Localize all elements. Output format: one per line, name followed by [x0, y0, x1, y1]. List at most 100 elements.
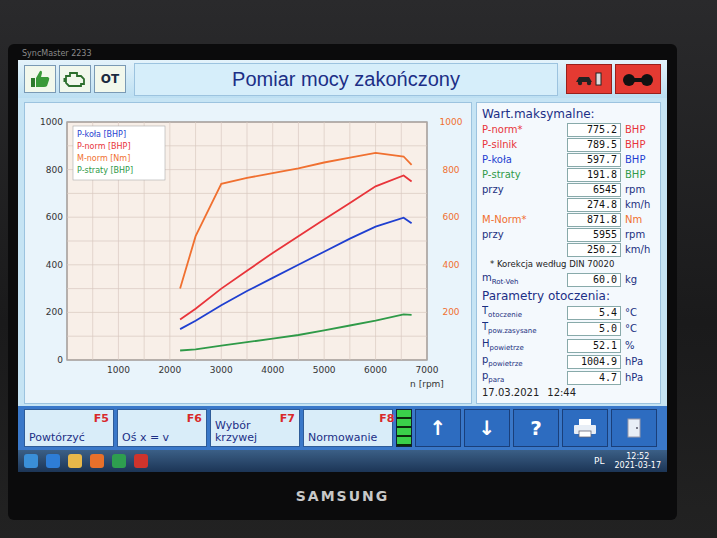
nav-glyph: ↑ — [430, 416, 447, 440]
result-unit: BHP — [625, 154, 655, 166]
mass-value: 60.0 — [567, 273, 621, 287]
clock-date: 2021-03-17 — [615, 461, 662, 470]
ambient-row: Tpow.zasysane5.0°C — [482, 322, 655, 337]
taskbar-app-icon[interactable] — [46, 454, 60, 468]
taskbar-apps — [24, 454, 148, 468]
header-red-button[interactable] — [615, 64, 661, 94]
mass-label: mRot-Veh — [482, 272, 563, 288]
header-red-button[interactable] — [566, 64, 612, 94]
function-button[interactable]: Wybór krzywejF7 — [210, 409, 300, 447]
monitor: SyncMaster 2233OTPomiar mocy zakończony0… — [8, 44, 677, 520]
x-tick: 5000 — [313, 365, 336, 375]
result-label: P-straty — [482, 169, 563, 181]
legend-item: M-norm [Nm] — [77, 154, 130, 163]
header-right-buttons — [566, 64, 661, 94]
nav-button[interactable]: ↓ — [464, 409, 510, 447]
ambient-row: ppowietrze1004.9hPa — [482, 354, 655, 369]
y-tick: 400 — [46, 260, 63, 270]
x-tick: 2000 — [158, 365, 181, 375]
measurement-datetime: 17.03.202112:44 — [482, 387, 655, 400]
ambient-value: 5.0 — [567, 322, 621, 336]
function-key: F7 — [280, 412, 295, 425]
torque-tick: 200 — [442, 307, 459, 317]
ambient-label: Totoczenie — [482, 305, 563, 321]
function-label: Normowanie — [308, 432, 377, 444]
function-key: F6 — [187, 412, 202, 425]
ambient-label: Hpowietrze — [482, 338, 563, 354]
printer-icon — [572, 418, 598, 438]
result-row: M-Norm*871.8Nm — [482, 213, 655, 227]
ambient-row: Totoczenie5.4°C — [482, 305, 655, 320]
result-label: M-Norm* — [482, 214, 563, 226]
function-label: Powtórzyć — [29, 432, 85, 444]
result-row: przy6545rpm — [482, 183, 655, 197]
chart-legend: P-koła [BHP]P-norm [BHP]M-norm [Nm]P-str… — [73, 126, 165, 180]
function-key: F8 — [379, 412, 394, 425]
x-tick: 1000 — [107, 365, 130, 375]
x-tick: 7000 — [416, 365, 439, 375]
result-row: przy5955rpm — [482, 228, 655, 242]
ambient-value: 1004.9 — [567, 355, 621, 369]
result-unit: km/h — [625, 199, 655, 211]
dyno-screen: OTPomiar mocy zakończony0200400600800100… — [18, 60, 667, 472]
language-indicator[interactable]: PL — [594, 456, 604, 466]
ambient-unit: °C — [625, 307, 655, 319]
ambient-unit: hPa — [625, 372, 655, 384]
nav-button[interactable]: ? — [513, 409, 559, 447]
function-label: Wybór krzywej — [215, 420, 278, 444]
taskbar-app-icon[interactable] — [90, 454, 104, 468]
dyno-photo: SyncMaster 2233OTPomiar mocy zakończony0… — [0, 0, 717, 538]
torque-tick: 600 — [442, 212, 459, 222]
system-tray: PL 12:522021-03-17 — [594, 452, 661, 470]
torque-tick: 800 — [442, 165, 459, 175]
taskbar-app-icon[interactable] — [112, 454, 126, 468]
result-unit: BHP — [625, 139, 655, 151]
taskbar-app-icon[interactable] — [68, 454, 82, 468]
y-tick: 200 — [46, 307, 63, 317]
result-unit: km/h — [625, 244, 655, 256]
result-label: P-koła — [482, 154, 563, 166]
nav-button[interactable] — [562, 409, 608, 447]
monitor-brand: SAMSUNG — [296, 488, 390, 504]
function-key: F5 — [94, 412, 109, 425]
y-tick: 800 — [46, 165, 63, 175]
x-axis-label: n [rpm] — [410, 379, 444, 389]
legend-item: P-norm [BHP] — [77, 142, 131, 151]
nav-glyph: ↓ — [479, 416, 496, 440]
nav-button[interactable] — [611, 409, 657, 447]
power-chart: 0200400600800100010002000300040005000600… — [24, 102, 472, 404]
exit-door-icon — [624, 417, 644, 439]
ambient-unit: hPa — [625, 356, 655, 368]
taskbar: PL 12:522021-03-17 — [18, 450, 667, 472]
result-unit: BHP — [625, 124, 655, 136]
screen-title: Pomiar mocy zakończony — [134, 63, 558, 96]
result-row: 250.2 km/h — [482, 243, 655, 257]
ambient-value: 4.7 — [567, 371, 621, 385]
clock[interactable]: 12:522021-03-17 — [615, 452, 662, 470]
header-button[interactable] — [24, 65, 56, 93]
nav-button[interactable]: ↑ — [415, 409, 461, 447]
car-icon — [574, 70, 604, 88]
header-button[interactable]: OT — [94, 65, 126, 93]
legend-item: P-koła [BHP] — [77, 130, 126, 139]
function-button[interactable]: Oś x = vF6 — [117, 409, 207, 447]
ambient-unit: °C — [625, 323, 655, 335]
function-button[interactable]: Powtórzyć F5 — [24, 409, 114, 447]
time: 12:44 — [547, 387, 576, 400]
header-button[interactable] — [59, 65, 91, 93]
ambient-value: 52.1 — [567, 339, 621, 353]
results-panel: Wart.maksymalne:P-norm*775.2BHPP-silnik7… — [476, 102, 661, 404]
torque-tick: 400 — [442, 260, 459, 270]
result-unit: BHP — [625, 169, 655, 181]
result-value: 597.7 — [567, 153, 621, 167]
result-row: P-koła 597.7 BHP — [482, 153, 655, 167]
taskbar-app-icon[interactable] — [134, 454, 148, 468]
function-button[interactable]: NormowanieF8 — [303, 409, 393, 447]
monitor-chin: SAMSUNG — [18, 472, 667, 520]
taskbar-app-icon[interactable] — [24, 454, 38, 468]
correction-note: * Korekcja według DIN 70020 — [482, 258, 655, 271]
series-line — [180, 314, 412, 350]
result-value: 250.2 — [567, 243, 621, 257]
mass-row: mRot-Veh60.0kg — [482, 272, 655, 287]
result-value: 191.8 — [567, 168, 621, 182]
